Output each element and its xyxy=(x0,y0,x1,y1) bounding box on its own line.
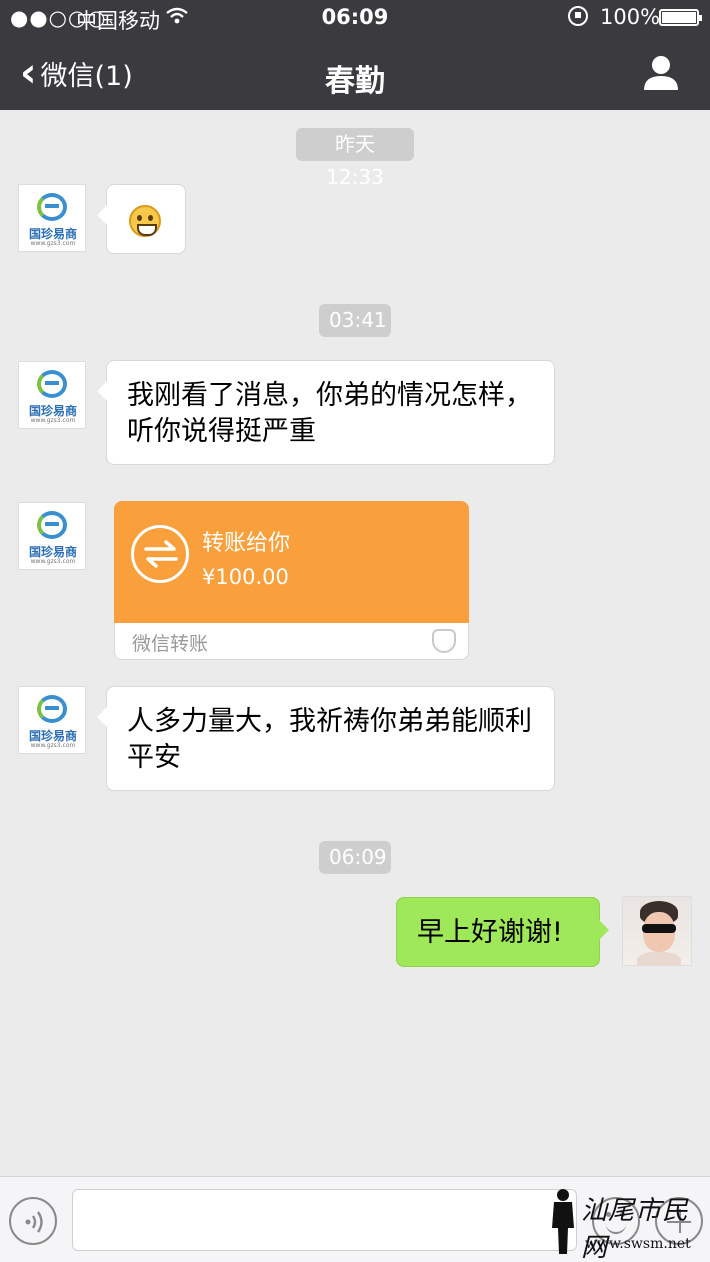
brand-logo-icon xyxy=(37,193,67,221)
message-bubble-sent[interactable]: 早上好谢谢! xyxy=(396,897,609,967)
message-line: 平安 xyxy=(127,742,181,773)
message-bubble-emoji[interactable] xyxy=(97,184,186,254)
watermark-url: www.swsm.net xyxy=(585,1236,691,1252)
battery-percent: 100% xyxy=(600,5,661,29)
voice-input-button[interactable] xyxy=(9,1197,57,1245)
chevron-left-icon: ‹ xyxy=(20,50,37,96)
top-bar: ●●○○○ 中国移动 06:09 100% ‹ 微信(1) 春勤 xyxy=(0,0,710,110)
status-bar: ●●○○○ 中国移动 06:09 100% xyxy=(0,0,710,36)
sender-avatar[interactable]: 国珍易商 www.gzs3.com xyxy=(18,184,86,252)
sender-avatar[interactable]: 国珍易商 www.gzs3.com xyxy=(18,686,86,754)
brand-logo-icon xyxy=(37,695,67,723)
avatar-url-text: www.gzs3.com xyxy=(30,558,76,565)
chat-area[interactable]: 昨天 12:33 国珍易商 www.gzs3.com 03:41 国珍易商 ww… xyxy=(0,110,710,1176)
message-input[interactable] xyxy=(72,1189,577,1251)
sender-avatar[interactable]: 国珍易商 www.gzs3.com xyxy=(18,361,86,429)
back-label: 微信(1) xyxy=(40,60,133,92)
shield-icon xyxy=(432,629,456,653)
message-line: 人多力量大，我祈祷你弟弟能顺利 xyxy=(127,706,532,737)
avatar-url-text: www.gzs3.com xyxy=(30,240,76,247)
avatar-url-text: www.gzs3.com xyxy=(30,417,76,424)
transfer-amount: ¥100.00 xyxy=(202,565,289,589)
message-bubble-text[interactable]: 我刚看了消息，你弟的情况怎样， 听你说得挺严重 xyxy=(97,360,555,465)
back-button[interactable]: ‹ 微信(1) xyxy=(20,36,133,110)
person-icon xyxy=(644,56,678,90)
transfer-card[interactable]: 转账给你 ¥100.00 微信转账 xyxy=(114,501,469,660)
voice-wave-icon xyxy=(25,1211,43,1233)
orientation-lock-icon xyxy=(568,6,588,26)
message-line: 我刚看了消息，你弟的情况怎样， xyxy=(127,380,532,411)
grin-emoji-icon xyxy=(129,205,161,237)
timestamp-0609: 06:09 xyxy=(319,841,391,874)
transfer-arrows-icon xyxy=(131,525,189,583)
site-watermark: 汕尾市民网 www.swsm.net xyxy=(545,1188,705,1262)
sender-avatar[interactable]: 国珍易商 www.gzs3.com xyxy=(18,502,86,570)
timestamp-yesterday: 昨天 12:33 xyxy=(296,128,414,189)
my-avatar[interactable] xyxy=(622,896,692,966)
sunglasses xyxy=(642,924,676,933)
brand-logo-icon xyxy=(37,511,67,539)
avatar-url-text: www.gzs3.com xyxy=(30,742,76,749)
nav-bar: ‹ 微信(1) 春勤 xyxy=(0,36,710,110)
timestamp-0341: 03:41 xyxy=(319,304,391,337)
brand-logo-icon xyxy=(37,370,67,398)
silhouette-figure-icon xyxy=(552,1189,574,1254)
battery-icon xyxy=(659,9,702,26)
transfer-title: 转账给你 xyxy=(202,531,291,556)
message-line: 早上好谢谢! xyxy=(417,917,563,948)
contact-info-button[interactable] xyxy=(640,52,682,94)
transfer-card-footer: 微信转账 xyxy=(114,623,469,660)
transfer-card-body: 转账给你 ¥100.00 xyxy=(114,501,469,623)
message-bubble-text[interactable]: 人多力量大，我祈祷你弟弟能顺利 平安 xyxy=(97,686,555,791)
message-line: 听你说得挺严重 xyxy=(127,416,316,447)
transfer-footer-label: 微信转账 xyxy=(132,633,209,655)
